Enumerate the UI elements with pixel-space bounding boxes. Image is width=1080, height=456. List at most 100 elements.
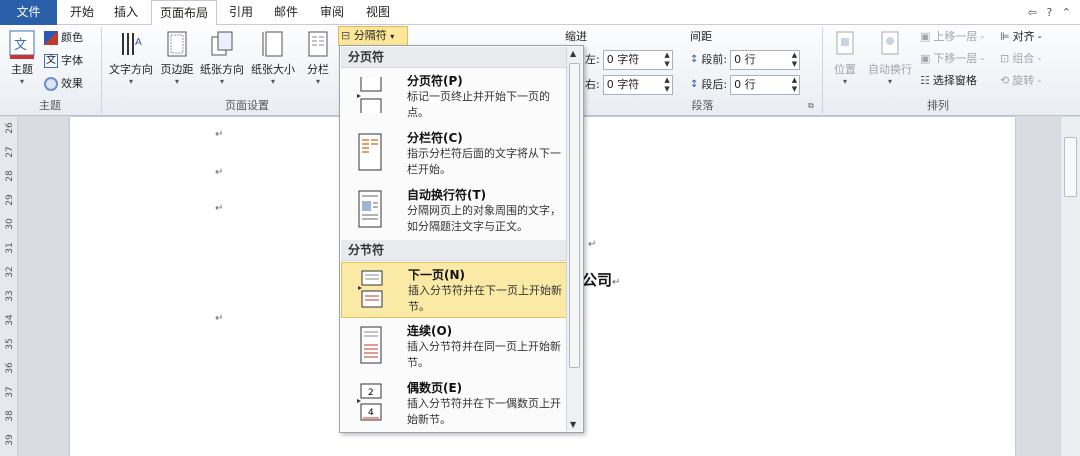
space-after-input[interactable]: 0 行 ▲ ▼	[730, 75, 801, 95]
text-direction-icon: A	[117, 29, 145, 61]
document-text: 公司↵	[582, 271, 621, 289]
menu-item-text-wrapping-break[interactable]: 自动换行符(T) 分隔网页上的对象周围的文字，如分隔题注文字与正文。	[341, 183, 567, 239]
space-after-label: 段后:	[701, 78, 728, 91]
vertical-scrollbar[interactable]	[1060, 117, 1080, 456]
wrap-text-button[interactable]: 自动换行 ▾	[864, 28, 916, 96]
fonts-button[interactable]: 文 字体	[44, 51, 83, 71]
rotate-button[interactable]: ⟲ 旋转 -	[1000, 71, 1041, 91]
ruler-number: 26	[5, 122, 15, 134]
tab-review[interactable]: 审阅	[316, 0, 348, 25]
next-page-break-icon	[356, 269, 386, 309]
page-size-icon	[259, 29, 287, 61]
position-button[interactable]: 位置 ▾	[828, 28, 862, 96]
themes-icon: 文	[8, 29, 36, 61]
ruler-number: 33	[5, 290, 15, 302]
orientation-button[interactable]: 纸张方向 ▾	[198, 28, 246, 96]
ruler-number: 28	[5, 170, 15, 182]
tab-file[interactable]: 文件	[0, 0, 57, 25]
chevron-down-icon: ▾	[315, 77, 320, 86]
menu-item-description: 插入分节符并在下一页上开始新节。	[408, 284, 562, 313]
scroll-up-icon[interactable]: ▲	[570, 49, 576, 58]
breaks-dropdown-menu: 分页符 分页符(P) 标记一页终止并开始下一页的点。 分栏符(C) 指示分栏符后…	[339, 45, 584, 433]
menu-item-title: 分栏符(C)	[407, 131, 463, 145]
text-direction-button[interactable]: A 文字方向 ▾	[106, 28, 156, 96]
ruler-number: 36	[5, 362, 15, 374]
orientation-label: 纸张方向	[200, 63, 244, 76]
columns-button[interactable]: 分栏 ▾	[302, 28, 334, 96]
space-before-label: 段前:	[701, 53, 728, 66]
menu-item-description: 插入分节符并在下一偶数页上开始新节。	[407, 397, 561, 426]
size-button[interactable]: 纸张大小 ▾	[248, 28, 298, 96]
arrange-group-label: 排列	[927, 99, 949, 112]
menu-item-next-page[interactable]: 下一页(N) 插入分节符并在下一页上开始新节。	[341, 262, 567, 318]
window-controls[interactable]: ⇦ ? ⌃	[1028, 0, 1074, 25]
group-icon: ⊡	[1000, 52, 1010, 65]
chevron-down-icon: ▾	[174, 77, 179, 86]
scroll-down-icon[interactable]: ▼	[570, 420, 576, 429]
ruler-number: 37	[5, 386, 15, 398]
themes-button[interactable]: 文 主题 ▾	[4, 28, 40, 96]
tab-mailings[interactable]: 邮件	[270, 0, 302, 25]
paragraph-mark: ↵	[215, 129, 224, 140]
text-direction-label: 文字方向	[109, 63, 153, 76]
indent-right-row: 右: 0 字符 ▲ ▼	[585, 75, 673, 95]
menu-item-even-page[interactable]: 24 偶数页(E) 插入分节符并在下一偶数页上开始新节。	[341, 376, 567, 432]
menu-item-description: 插入分节符并在同一页上开始新节。	[407, 340, 561, 369]
scrollbar-thumb[interactable]	[1064, 137, 1077, 197]
ruler-number: 34	[5, 314, 15, 326]
paragraph-mark: ↵	[215, 203, 224, 214]
bring-forward-button[interactable]: ▣ 上移一层 -	[920, 27, 984, 47]
ruler-number: 32	[5, 266, 15, 278]
vertical-ruler: 26 27 28 29 30 31 32 33 34 35 36 37 38 39	[0, 117, 18, 456]
margins-icon	[163, 29, 191, 61]
effects-label: 效果	[61, 77, 83, 90]
fonts-label: 字体	[61, 54, 83, 67]
align-icon: ⊫	[1000, 30, 1010, 43]
tab-home[interactable]: 开始	[66, 0, 98, 25]
page-break-icon	[355, 75, 385, 115]
tab-references[interactable]: 引用	[225, 0, 257, 25]
tab-page-layout[interactable]: 页面布局	[151, 0, 217, 26]
tab-insert[interactable]: 插入	[110, 0, 142, 25]
continuous-break-icon	[355, 325, 385, 365]
column-break-icon	[355, 132, 385, 172]
orientation-icon	[208, 29, 236, 61]
send-backward-button[interactable]: ▣ 下移一层 -	[920, 49, 984, 69]
indent-right-input[interactable]: 0 字符 ▲ ▼	[602, 75, 673, 95]
menu-item-continuous[interactable]: 连续(O) 插入分节符并在同一页上开始新节。	[341, 319, 567, 375]
effects-button[interactable]: 效果	[44, 74, 83, 94]
menu-item-page-break[interactable]: 分页符(P) 标记一页终止并开始下一页的点。	[341, 69, 567, 125]
menu-scrollbar[interactable]: ▲ ▼	[566, 47, 582, 431]
space-before-input[interactable]: 0 行 ▲ ▼	[730, 50, 801, 70]
menu-item-title: 自动换行符(T)	[407, 188, 487, 202]
breaks-button[interactable]: ⊟ 分隔符 ▾	[338, 26, 408, 46]
ruler-number: 35	[5, 338, 15, 350]
theme-group-label: 主题	[39, 99, 61, 112]
colors-label: 颜色	[61, 31, 83, 44]
section-breaks-header: 分节符	[341, 240, 567, 261]
space-before-row: ↕ 段前: 0 行 ▲ ▼	[690, 50, 801, 70]
align-button[interactable]: ⊫ 对齐 -	[1000, 27, 1042, 47]
rotate-icon: ⟲	[1000, 74, 1010, 87]
ruler-number: 38	[5, 410, 15, 422]
menu-scrollbar-thumb[interactable]	[569, 63, 580, 368]
wrap-text-label: 自动换行	[868, 63, 912, 76]
svg-text:文: 文	[14, 38, 27, 53]
menu-item-column-break[interactable]: 分栏符(C) 指示分栏符后面的文字将从下一栏开始。	[341, 126, 567, 182]
chevron-down-icon: ▾	[842, 77, 847, 86]
colors-icon	[44, 31, 58, 45]
chevron-down-icon: ▾	[887, 77, 892, 86]
columns-icon	[304, 29, 332, 61]
ruler-number: 29	[5, 194, 15, 206]
margins-button[interactable]: 页边距 ▾	[158, 28, 196, 96]
space-after-row: ↕ 段后: 0 行 ▲ ▼	[690, 75, 801, 95]
columns-label: 分栏	[307, 63, 329, 76]
indent-left-input[interactable]: 0 字符 ▲ ▼	[602, 50, 673, 70]
selection-pane-button[interactable]: ☷ 选择窗格	[920, 71, 977, 91]
tab-view[interactable]: 视图	[362, 0, 394, 25]
paragraph-dialog-launcher-icon[interactable]: ⧉	[808, 101, 814, 111]
even-page-break-icon: 24	[355, 382, 385, 422]
svg-text:A: A	[135, 37, 142, 48]
colors-button[interactable]: 颜色	[44, 28, 83, 48]
group-button[interactable]: ⊡ 组合 -	[1000, 49, 1041, 69]
